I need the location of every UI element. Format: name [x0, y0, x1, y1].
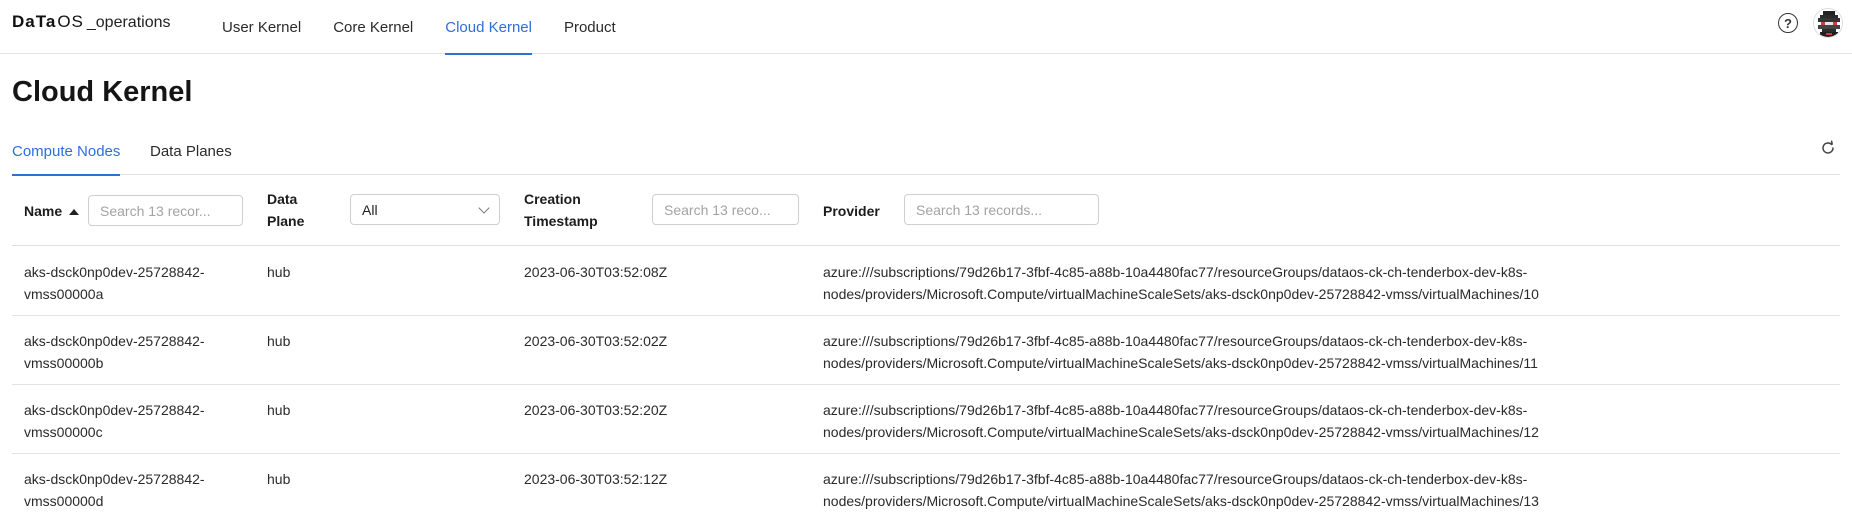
nav-core-kernel[interactable]: Core Kernel: [333, 0, 413, 54]
cell-name-line-2: vmss00000a: [24, 286, 104, 302]
cell-provider-line-1: azure:///subscriptions/79d26b17-3fbf-4c8…: [823, 471, 1528, 487]
top-navigation-bar: DaTa OS _operations User Kernel Core Ker…: [0, 0, 1852, 55]
app-logo[interactable]: DaTa OS _operations: [12, 12, 171, 34]
cell-name-line-2: vmss00000b: [24, 355, 104, 371]
cell-provider-line-2: nodes/providers/Microsoft.Compute/virtua…: [823, 493, 1539, 509]
cell-provider-line-1: azure:///subscriptions/79d26b17-3fbf-4c8…: [823, 264, 1528, 280]
cell-timestamp: 2023-06-30T03:52:08Z: [524, 264, 668, 280]
table-row[interactable]: aks-dsck0np0dev-25728842- vmss00000b hub…: [12, 316, 1840, 385]
column-creation-label-2: Timestamp: [524, 213, 598, 229]
column-data-plane-label-2: Plane: [267, 213, 305, 229]
column-name-label: Name: [24, 203, 63, 219]
main-nav: User Kernel Core Kernel Cloud Kernel Pro…: [222, 0, 648, 55]
table-row[interactable]: aks-dsck0np0dev-25728842- vmss00000d hub…: [12, 454, 1840, 518]
cell-provider: azure:///subscriptions/79d26b17-3fbf-4c8…: [823, 330, 1623, 374]
cell-timestamp: 2023-06-30T03:52:02Z: [524, 333, 668, 349]
cell-name-line-1: aks-dsck0np0dev-25728842-: [24, 333, 205, 349]
column-header-provider: Provider: [823, 203, 880, 219]
logo-suffix: _operations: [86, 14, 171, 31]
cell-provider: azure:///subscriptions/79d26b17-3fbf-4c8…: [823, 261, 1623, 305]
cell-name: aks-dsck0np0dev-25728842- vmss00000c: [24, 399, 224, 443]
nav-user-kernel[interactable]: User Kernel: [222, 0, 301, 54]
logo-os: OS: [57, 12, 84, 31]
cell-data-plane: hub: [267, 471, 291, 487]
column-header-name[interactable]: Name: [24, 200, 80, 222]
cell-provider-line-1: azure:///subscriptions/79d26b17-3fbf-4c8…: [823, 333, 1528, 349]
page-title: Cloud Kernel: [12, 76, 193, 108]
provider-search-input[interactable]: [904, 194, 1099, 225]
logo-brand: DaTa: [12, 12, 57, 31]
column-header-data-plane: Data Plane: [267, 188, 304, 232]
cell-provider-line-2: nodes/providers/Microsoft.Compute/virtua…: [823, 355, 1538, 371]
column-data-plane-label-1: Data: [267, 191, 298, 207]
tab-compute-nodes[interactable]: Compute Nodes: [12, 140, 121, 176]
column-creation-label-1: Creation: [524, 191, 581, 207]
help-circle-icon[interactable]: ?: [1778, 13, 1798, 33]
name-search-input[interactable]: [88, 195, 243, 226]
timestamp-search-input[interactable]: [652, 194, 799, 225]
cell-provider-line-2: nodes/providers/Microsoft.Compute/virtua…: [823, 286, 1539, 302]
chevron-down-icon: [478, 201, 490, 214]
cell-name-line-1: aks-dsck0np0dev-25728842-: [24, 471, 205, 487]
table-row[interactable]: aks-dsck0np0dev-25728842- vmss00000c hub…: [12, 385, 1840, 454]
nav-product[interactable]: Product: [564, 0, 616, 54]
refresh-icon[interactable]: [1818, 138, 1838, 158]
data-plane-select-value: All: [362, 201, 378, 218]
cell-data-plane: hub: [267, 333, 291, 349]
cell-name-line-2: vmss00000c: [24, 424, 103, 440]
cell-provider: azure:///subscriptions/79d26b17-3fbf-4c8…: [823, 399, 1623, 443]
data-plane-select[interactable]: All: [350, 194, 500, 225]
cell-provider-line-2: nodes/providers/Microsoft.Compute/virtua…: [823, 424, 1539, 440]
cell-name: aks-dsck0np0dev-25728842- vmss00000d: [24, 468, 224, 512]
table-row[interactable]: aks-dsck0np0dev-25728842- vmss00000a hub…: [12, 247, 1840, 316]
table-header: Name Data Plane All Creation Timestamp P…: [12, 176, 1840, 246]
avatar[interactable]: [1813, 8, 1843, 38]
cell-data-plane: hub: [267, 402, 291, 418]
cell-provider-line-1: azure:///subscriptions/79d26b17-3fbf-4c8…: [823, 402, 1528, 418]
cell-data-plane: hub: [267, 264, 291, 280]
column-header-creation-timestamp: Creation Timestamp: [524, 188, 598, 232]
tab-bar: Compute Nodes Data Planes: [12, 140, 1840, 176]
nav-cloud-kernel[interactable]: Cloud Kernel: [445, 0, 532, 55]
sort-ascending-icon[interactable]: [69, 209, 80, 216]
cell-provider: azure:///subscriptions/79d26b17-3fbf-4c8…: [823, 468, 1623, 512]
cell-name-line-1: aks-dsck0np0dev-25728842-: [24, 402, 205, 418]
tab-data-planes[interactable]: Data Planes: [150, 140, 232, 175]
cell-timestamp: 2023-06-30T03:52:12Z: [524, 471, 668, 487]
cell-name-line-1: aks-dsck0np0dev-25728842-: [24, 264, 205, 280]
cell-name: aks-dsck0np0dev-25728842- vmss00000b: [24, 330, 224, 374]
cell-timestamp: 2023-06-30T03:52:20Z: [524, 402, 668, 418]
avatar-pixel-image: [1814, 9, 1842, 37]
cell-name: aks-dsck0np0dev-25728842- vmss00000a: [24, 261, 224, 305]
cell-name-line-2: vmss00000d: [24, 493, 104, 509]
